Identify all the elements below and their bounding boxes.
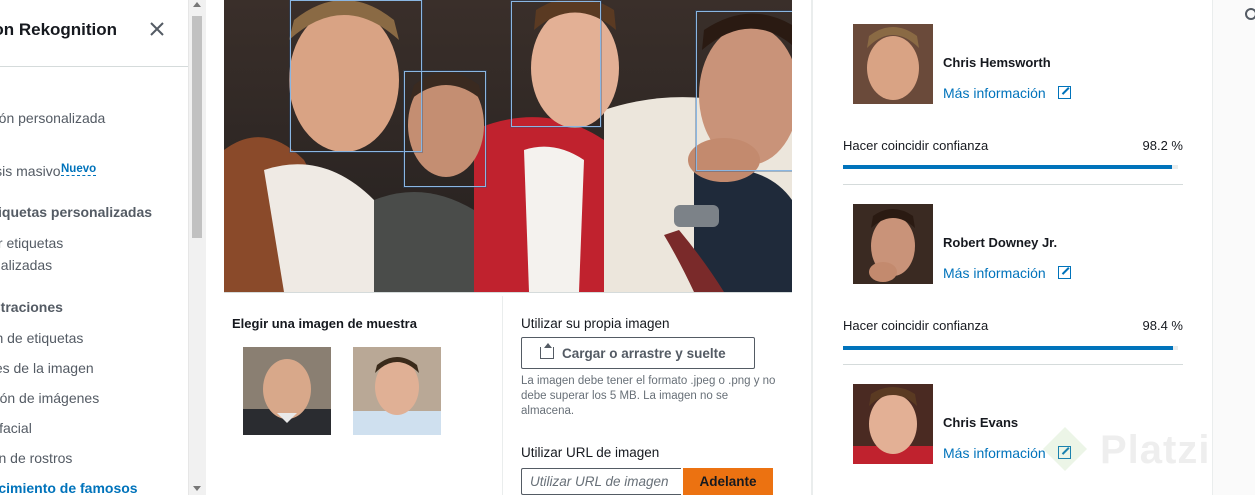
upload-arrow-icon <box>544 343 552 348</box>
upload-icon <box>540 347 554 359</box>
own-image-heading: Utilizar su propia imagen <box>521 316 670 331</box>
sidebar-item-image-moderation[interactable]: Moderación de imágenes <box>0 390 99 406</box>
more-info-link[interactable]: Más información <box>943 85 1046 101</box>
sidebar-item-celebrity-recognition[interactable]: Reconocimiento de famosos <box>0 480 138 495</box>
sidebar-title: Amazon Rekognition <box>0 20 118 39</box>
more-info-link[interactable]: Más información <box>943 265 1046 281</box>
demo-panel: Elegir una imagen de muestra Utilizar su… <box>206 0 812 495</box>
watermark: Platzi <box>1100 428 1211 472</box>
celebrity-name: Chris Hemsworth <box>943 55 1051 70</box>
sidebar-item-custom-labels-2[interactable]: personalizadas <box>0 257 52 273</box>
sidebar-item-face-comparison[interactable]: Comparación de rostros <box>0 450 72 466</box>
platzi-logo-icon <box>1040 424 1090 474</box>
sidebar-item-bulk-analysis[interactable]: Análisis masivo <box>0 163 60 179</box>
celebrity-photo <box>853 384 933 464</box>
sidebar-item-use-labels[interactable]: Usar etiquetas <box>0 235 63 251</box>
scroll-down-icon[interactable] <box>193 486 201 491</box>
close-icon[interactable] <box>148 20 168 42</box>
divider <box>224 292 792 293</box>
upload-button[interactable]: Cargar o arrastre y suelte <box>521 337 755 369</box>
scroll-up-icon[interactable] <box>193 2 201 7</box>
image-url-input[interactable] <box>521 468 681 495</box>
new-badge: Nuevo <box>61 163 97 176</box>
face-box[interactable] <box>511 1 601 127</box>
confidence-bar <box>843 165 1178 169</box>
result-divider <box>843 184 1183 185</box>
sample-image-2[interactable] <box>353 347 441 435</box>
url-heading: Utilizar URL de imagen <box>521 445 660 460</box>
go-button[interactable]: Adelante <box>683 468 773 495</box>
sidebar-heading-demos: Demostraciones <box>0 299 63 315</box>
confidence-label: Hacer coincidir confianza <box>843 318 989 333</box>
column-divider <box>502 296 503 495</box>
celebrity-photo <box>853 204 933 284</box>
face-box[interactable] <box>290 0 422 152</box>
sample-image-heading: Elegir una imagen de muestra <box>232 316 417 331</box>
confidence-value: 98.2 % <box>1142 138 1183 153</box>
sidebar-item-label-detection[interactable]: Detección de etiquetas <box>0 330 83 346</box>
sidebar-item-custom-detection[interactable]: Detección personalizada <box>0 110 105 126</box>
gear-icon[interactable] <box>1245 8 1255 20</box>
scroll-thumb[interactable] <box>192 16 202 238</box>
sidebar-divider <box>0 66 188 67</box>
right-edge-panel <box>1212 0 1255 495</box>
sidebar-navigation: Amazon Rekognition Detección personaliza… <box>0 0 188 495</box>
face-box[interactable] <box>404 71 486 187</box>
confidence-bar <box>843 346 1178 350</box>
more-info-link[interactable]: Más información <box>943 445 1046 461</box>
celebrity-name: Chris Evans <box>943 415 1019 430</box>
sidebar-item-facial-analysis[interactable]: Análisis facial <box>0 420 32 436</box>
sample-image-1[interactable] <box>243 347 331 435</box>
upload-button-label: Cargar o arrastre y suelte <box>562 346 726 361</box>
confidence-value: 98.4 % <box>1142 318 1183 333</box>
upload-note: La imagen debe tener el formato .jpeg o … <box>521 375 776 417</box>
confidence-bar-fill <box>843 346 1173 350</box>
confidence-bar-fill <box>843 165 1172 169</box>
result-divider <box>843 364 1183 365</box>
results-panel: Chris Hemsworth Más información Hacer co… <box>812 0 1213 495</box>
sidebar-item-image-properties[interactable]: Propiedades de la imagen <box>0 360 94 376</box>
sidebar-heading-custom-labels: Etiquetas personalizadas <box>0 204 153 220</box>
analyzed-photo <box>224 0 792 292</box>
confidence-label: Hacer coincidir confianza <box>843 138 989 153</box>
celebrity-name: Robert Downey Jr. <box>943 235 1058 250</box>
celebrity-photo <box>853 24 933 104</box>
face-box[interactable] <box>696 11 792 171</box>
sidebar-scrollbar[interactable] <box>188 0 206 495</box>
